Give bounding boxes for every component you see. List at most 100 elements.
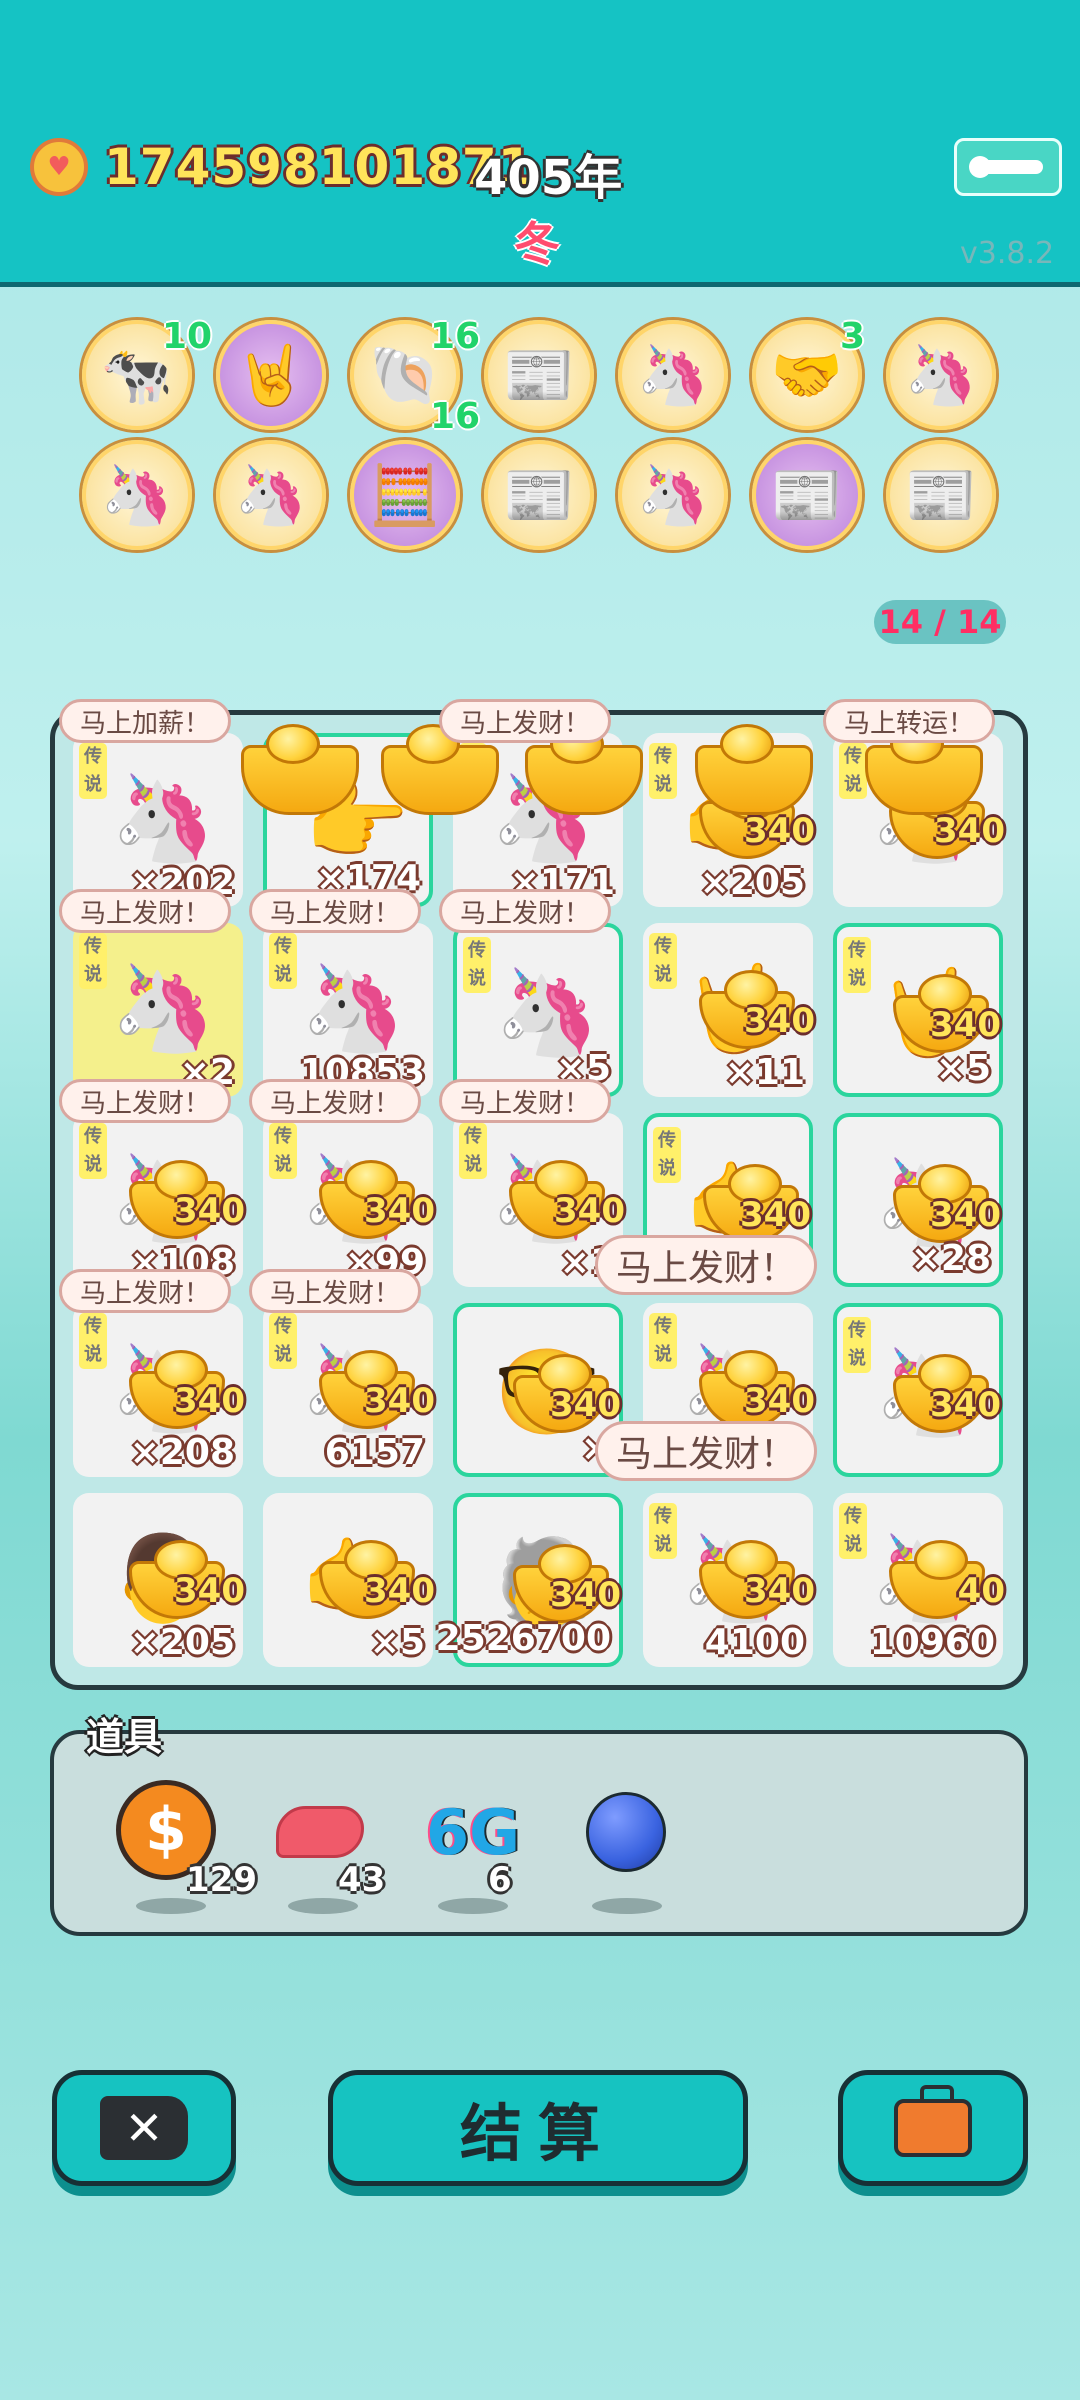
board-cell[interactable]: 传说🦄340×108 [73,1113,245,1287]
board-cell[interactable]: 传说 🦄 ×5 [453,923,623,1097]
gain-value: 340 [364,1381,435,1421]
speech-bubble: 马上加薪！ [59,699,232,743]
briefcase-icon [894,2085,972,2157]
collection-symbol[interactable]: 🦄 [618,440,728,550]
gain-value: 340 [744,1001,815,1041]
symbol-count-badge: 16 [430,316,481,357]
menu-icon [969,156,1043,178]
board-cell[interactable]: 🧓3402526700 [436,1493,623,1667]
collection-symbol[interactable]: 📰 [752,440,862,550]
inventory-button[interactable] [838,2070,1028,2186]
items-panel: $ 129 43 6G 6 [50,1730,1028,1936]
time-magazine-icon: 📰 [770,460,844,529]
board-cell[interactable]: 传说🦄4010960 [833,1493,1005,1667]
speech-bubble: 马上发财！ [439,889,612,933]
symbol-count-badge: 3 [840,316,866,357]
board-cell[interactable]: 传说🦄340×208 [73,1303,245,1477]
items-title: 道具 [86,1715,163,1759]
board-cell[interactable]: 传说 🦄 10853 [263,923,433,1097]
speech-bubble: 马上发财！ [439,1079,612,1123]
heart-coin-icon: ♥ [30,138,88,196]
gain-value: 340 [744,811,815,851]
blueberry-icon [586,1792,666,1872]
collection-symbol[interactable]: 🦄 [216,440,326,550]
collection-symbol[interactable]: 🧮 [350,440,460,550]
board-cell[interactable]: 🦄340×28 [833,1113,1003,1287]
unicorn-icon: 🦄 [636,340,710,409]
board-cell[interactable]: 👉340×5 [263,1493,435,1667]
item-6g[interactable]: 6G 6 [418,1780,528,1914]
item-liver[interactable]: 43 [268,1780,385,1914]
gain-value: 340 [740,1195,811,1235]
collection-symbol[interactable]: 🤘 [216,320,326,430]
speech-bubble: 马上发财！ [439,699,612,743]
speech-bubble: 马上转运！ [823,699,996,743]
time-magazine-icon: 📰 [502,340,576,409]
menu-button[interactable] [954,138,1062,196]
board-cell[interactable]: 传说🦄340 [833,1303,1003,1477]
collection-symbol[interactable]: 🐚 16 16 [350,316,480,437]
board-cell[interactable]: 传说 🦄 ×202 [73,733,243,907]
close-button[interactable]: ✕ [52,2070,236,2186]
collection-symbol[interactable]: 🦄 [886,320,996,430]
symbol-count: ×11 [724,1052,805,1093]
speech-bubble: 马上发财！ [249,1079,422,1123]
item-count: 6 [488,1860,512,1900]
collection-symbol[interactable]: 🐄 10 [82,316,212,430]
symbol-count: ×28 [910,1238,991,1279]
money-counter: 174598101871 [104,138,534,196]
board-cell[interactable]: 传说 🦄 ×2 [73,923,243,1097]
collection-symbol[interactable]: 📰 [484,440,594,550]
unicorn-icon: 🦄 [636,460,710,529]
collection-symbol[interactable]: 🤝 3 [752,316,865,430]
collection-symbol[interactable]: 🦄 [82,440,192,550]
symbol-count-badge: 10 [162,316,213,357]
slot-board: 传说🦄×202👉×174传说🦄×171传说👉340×205传说🦄340传说🦄×2… [50,699,1028,1690]
time-magazine-icon: 📰 [502,460,576,529]
board-cell[interactable]: 👨340×205 [73,1493,245,1667]
gain-value: 340 [930,1195,1001,1235]
item-shadow [438,1898,508,1914]
symbol-counter: 14 / 14 [874,600,1006,644]
item-blueberry[interactable] [572,1780,682,1914]
speech-bubble: 马上发财！ [249,889,422,933]
gain-value: 340 [364,1191,435,1231]
item-shadow [136,1898,206,1914]
item-count: 43 [338,1860,386,1900]
speech-bubble: 马上发财！ [59,1269,232,1313]
gold-ingot-icon [525,724,643,815]
rock-hand-icon: 🤘 [234,340,308,409]
6g-icon: 6G [425,1796,521,1869]
symbol-count: 10960 [869,1622,995,1663]
collection-symbol[interactable]: 🦄 [618,320,728,430]
top-bar: ♥ 174598101871 405年 冬 v3.8.2 [0,0,1080,287]
symbol-count: ×5 [369,1622,425,1663]
symbol-count: 6157 [324,1432,425,1473]
board-cell[interactable]: 传说🦄340×99 [263,1113,435,1287]
item-dollar-coin[interactable]: $ 129 [116,1780,257,1914]
board-cell[interactable]: 传说🤘340×5 [833,923,1003,1097]
gain-value: 340 [934,811,1005,851]
collection-symbol[interactable]: 📰 [886,440,996,550]
item-shadow [288,1898,358,1914]
gain-value: 340 [174,1191,245,1231]
board-cell[interactable]: 传说🦄3406157 [263,1303,435,1477]
speech-bubble: 马上发财！ [59,889,232,933]
speech-bubble: 马上发财！ [249,1269,422,1313]
gain-value: 340 [930,1005,1001,1045]
collection-symbol[interactable]: 📰 [484,320,594,430]
unicorn-icon: 🦄 [100,460,174,529]
board-cell[interactable]: 传说🤘340×11 [643,923,815,1097]
symbol-count: ×205 [699,862,805,903]
liver-icon [276,1806,364,1858]
math-genius-icon: 🧮 [368,460,442,529]
gain-value: 340 [744,1571,815,1611]
board-cell[interactable]: 传说🦄3404100 [643,1493,815,1667]
settle-button[interactable]: 结算 [328,2070,748,2186]
season-label: 冬 [514,217,560,271]
gain-value: 340 [174,1381,245,1421]
gain-value: 340 [550,1385,621,1425]
symbol-count: ×5 [935,1048,991,1089]
gain-value: 40 [957,1571,1005,1611]
gain-value: 340 [174,1571,245,1611]
